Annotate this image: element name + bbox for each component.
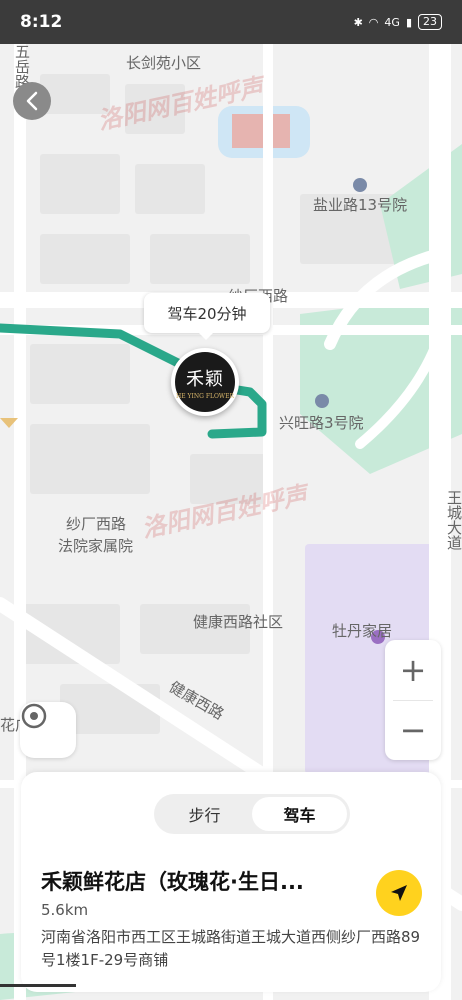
shop-info-card: 步行 驾车 禾颖鲜花店（玫瑰花·生日... 5.6km 河南省洛阳市西工区王城路… (21, 772, 441, 992)
network-label: 4G (384, 15, 400, 29)
status-bar: 8:12 ✱ ◠ 4G ▮ 23 (0, 0, 462, 44)
shop-address: 河南省洛阳市西工区王城路街道王城大道西侧纱厂西路89号1楼1F-29号商铺 (41, 928, 421, 969)
status-icons: ✱ ◠ 4G ▮ 23 (354, 14, 442, 30)
shop-logo-sub: HE YING FLOWER (176, 392, 234, 400)
shop-logo-chars: 禾颖 (186, 368, 224, 390)
map-label-jiankangxi-shequ: 健康西路社区 (193, 613, 284, 631)
shop-name: 禾颖鲜花店（玫瑰花·生日... (41, 870, 304, 894)
navigate-button[interactable] (376, 870, 422, 916)
shop-logo: 禾颖 HE YING FLOWER (175, 352, 235, 412)
back-button[interactable] (13, 82, 51, 120)
wifi-icon: ◠ (368, 15, 379, 29)
map-label-wangcheng: 王城大道 (445, 490, 462, 550)
map-label-changjianyuan: 长剑苑小区 (126, 54, 202, 72)
status-time: 8:12 (20, 12, 63, 32)
map-label-fayuan: 法院家属院 (58, 537, 134, 555)
drive-time-bubble: 驾车20分钟 (144, 293, 270, 340)
signal-icon: ▮ (405, 15, 412, 29)
map-label-yanye13: 盐业路13号院 (313, 196, 408, 214)
zoom-out-button[interactable]: − (385, 701, 441, 761)
shop-distance: 5.6km (41, 901, 89, 919)
home-indicator (0, 984, 76, 987)
bluetooth-icon: ✱ (353, 15, 363, 29)
chevron-left-icon (26, 91, 38, 111)
navigation-arrow-icon (391, 885, 407, 901)
mode-walk-tab[interactable]: 步行 (157, 797, 252, 831)
shop-marker[interactable]: 禾颖 HE YING FLOWER (171, 348, 239, 416)
map-label-mudan: 牡丹家居 (332, 622, 393, 640)
map-label-shachangxi: 纱厂西路 (66, 515, 127, 533)
locate-button[interactable] (20, 702, 76, 758)
zoom-controls: + − (385, 640, 441, 760)
drive-time-label: 驾车20分钟 (167, 304, 247, 323)
travel-mode-toggle: 步行 驾车 (154, 794, 350, 834)
locate-icon (21, 703, 47, 729)
battery-icon: 23 (418, 14, 442, 30)
zoom-in-button[interactable]: + (385, 640, 441, 700)
mode-drive-tab[interactable]: 驾车 (252, 797, 347, 831)
marker-tail-icon (0, 418, 18, 428)
map-label-xingwang3: 兴旺路3号院 (279, 414, 364, 432)
